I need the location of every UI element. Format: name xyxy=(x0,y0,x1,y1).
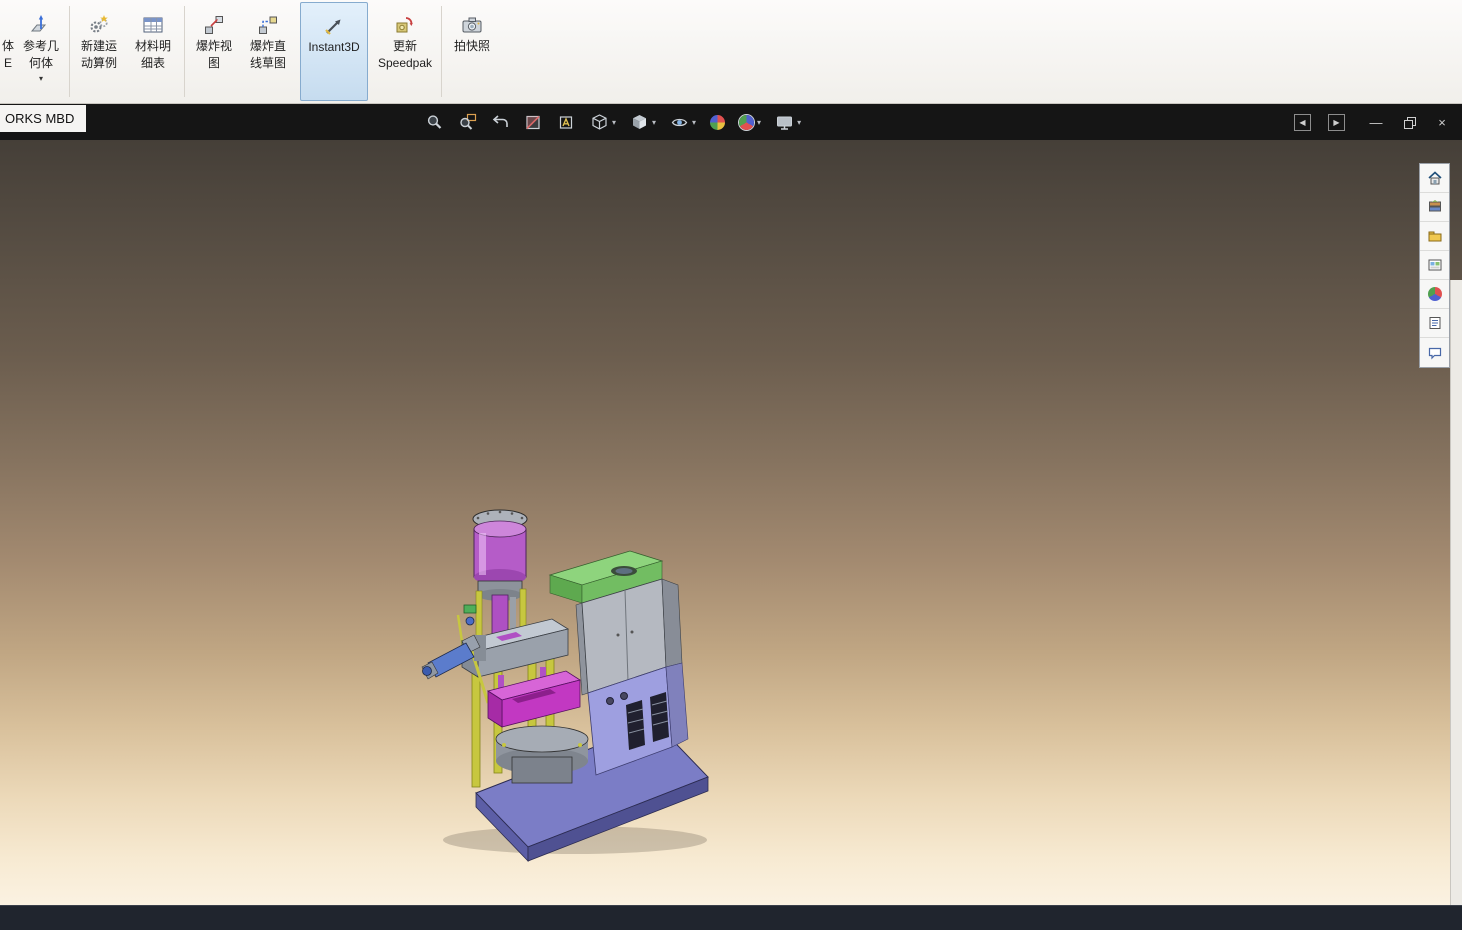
exploded-view-button[interactable]: 爆炸视 图 xyxy=(189,2,239,101)
view-palette-icon xyxy=(1427,257,1443,273)
dropdown-caret-icon[interactable]: ▾ xyxy=(692,118,696,127)
minimize-button[interactable]: — xyxy=(1362,110,1390,134)
ribbon-button-label: 拍快照 xyxy=(454,38,490,55)
ribbon-button-label: 更新 xyxy=(393,38,417,55)
ribbon-button-label: 新建运 xyxy=(81,38,117,55)
folder-icon xyxy=(1427,228,1443,244)
dropdown-caret-icon[interactable]: ▾ xyxy=(652,118,656,127)
ribbon-button-label: Speedpak xyxy=(378,55,432,72)
scene-ball-icon xyxy=(739,115,754,130)
instant3d-button[interactable]: Instant3D xyxy=(300,2,368,101)
window-edge-strip xyxy=(1450,280,1462,930)
ribbon-button-label: 爆炸视 xyxy=(196,38,232,55)
ribbon-button-label: 细表 xyxy=(141,55,165,72)
ribbon-button-label: Instant3D xyxy=(308,39,359,56)
dropdown-caret-icon[interactable]: ▾ xyxy=(612,118,616,127)
eye-visibility-icon xyxy=(670,113,689,132)
3d-assembly-model[interactable] xyxy=(400,495,720,865)
ribbon-button-label: 线草图 xyxy=(250,55,286,72)
apply-scene-button[interactable]: ▾ xyxy=(732,107,768,137)
task-pane-tabs xyxy=(1419,163,1450,368)
view-settings-button[interactable]: ▾ xyxy=(768,107,808,137)
ribbon-button-label: E xyxy=(4,55,12,72)
dropdown-caret-icon[interactable]: ▾ xyxy=(797,118,801,127)
collapse-pane-left-button[interactable]: ◀ xyxy=(1294,114,1311,131)
previous-view-icon xyxy=(491,113,510,132)
exploded-view-icon xyxy=(203,11,225,38)
reference-geometry-button[interactable]: 参考几 何体 ▾ xyxy=(17,2,65,101)
document-tab[interactable]: ORKS MBD xyxy=(0,105,86,132)
restore-button[interactable] xyxy=(1395,110,1423,134)
ribbon-separator xyxy=(69,6,70,97)
annotation-views-icon xyxy=(557,113,576,132)
solidworks-resources-tab[interactable] xyxy=(1420,164,1449,193)
zoom-to-area-button[interactable] xyxy=(451,107,484,137)
view-orientation-button[interactable]: ▾ xyxy=(583,107,623,137)
dropdown-caret-icon[interactable]: ▾ xyxy=(39,75,43,83)
appearances-ball-icon xyxy=(1428,287,1442,301)
annotation-views-button[interactable] xyxy=(550,107,583,137)
display-style-button[interactable]: ▾ xyxy=(623,107,663,137)
section-view-icon xyxy=(524,113,543,132)
custom-properties-tab[interactable] xyxy=(1420,309,1449,338)
file-explorer-tab[interactable] xyxy=(1420,222,1449,251)
appearance-ball-icon xyxy=(710,115,725,130)
appearances-scenes-tab[interactable] xyxy=(1420,280,1449,309)
view-orientation-cube-icon xyxy=(590,113,609,132)
heads-up-view-toolbar: ▾ ▾ ▾ ▾ xyxy=(418,104,808,140)
ribbon-button-label: 动算例 xyxy=(81,55,117,72)
comment-bubble-icon xyxy=(1427,345,1443,361)
zoom-to-fit-icon xyxy=(425,113,444,132)
expand-pane-right-button[interactable]: ▶ xyxy=(1328,114,1345,131)
reference-geometry-icon xyxy=(30,11,52,38)
bill-of-materials-button[interactable]: 材料明 细表 xyxy=(126,2,180,101)
ribbon-button-label: 图 xyxy=(208,55,220,72)
camera-snapshot-icon xyxy=(461,11,483,38)
home-icon xyxy=(1427,170,1443,186)
design-library-tab[interactable] xyxy=(1420,193,1449,222)
ribbon-button-label: 爆炸直 xyxy=(250,38,286,55)
ribbon-button-clipped[interactable]: 体 E xyxy=(0,2,16,101)
titlebar: ORKS MBD xyxy=(0,104,1462,140)
close-button[interactable]: × xyxy=(1428,110,1456,134)
ribbon-button-label: 参考几 xyxy=(23,38,59,55)
take-snapshot-button[interactable]: 拍快照 xyxy=(446,2,498,101)
restore-icon xyxy=(1404,117,1415,128)
ribbon-button-label: 材料明 xyxy=(135,38,171,55)
section-view-button[interactable] xyxy=(517,107,550,137)
ribbon-toolbar: 体 E 参考几 何体 ▾ xyxy=(0,0,1462,104)
explode-line-sketch-button[interactable]: 爆炸直 线草图 xyxy=(241,2,295,101)
new-motion-study-button[interactable]: 新建运 动算例 xyxy=(74,2,124,101)
edit-appearance-button[interactable] xyxy=(703,107,732,137)
3d-viewport[interactable] xyxy=(0,140,1462,905)
forum-tab[interactable] xyxy=(1420,338,1449,367)
monitor-icon xyxy=(775,113,794,132)
window-controls: ◀ ▶ — × xyxy=(1294,104,1456,140)
ribbon-button-label: 何体 xyxy=(29,55,53,72)
previous-view-button[interactable] xyxy=(484,107,517,137)
motion-study-icon xyxy=(88,11,110,38)
application-window: 体 E 参考几 何体 ▾ xyxy=(0,0,1462,930)
properties-document-icon xyxy=(1427,315,1443,331)
zoom-to-fit-button[interactable] xyxy=(418,107,451,137)
document-tab-label: ORKS MBD xyxy=(5,111,74,126)
dropdown-caret-icon[interactable]: ▾ xyxy=(757,118,761,127)
ribbon-button-label: 体 xyxy=(2,38,14,55)
view-palette-tab[interactable] xyxy=(1420,251,1449,280)
status-bar xyxy=(0,905,1462,930)
zoom-to-area-icon xyxy=(458,113,477,132)
update-speedpak-icon xyxy=(394,11,416,38)
instant3d-icon xyxy=(323,12,345,39)
design-library-icon xyxy=(1427,199,1443,215)
bom-table-icon xyxy=(142,11,164,38)
hide-show-items-button[interactable]: ▾ xyxy=(663,107,703,137)
explode-line-sketch-icon xyxy=(257,11,279,38)
update-speedpak-button[interactable]: 更新 Speedpak xyxy=(373,2,437,101)
ribbon-separator xyxy=(184,6,185,97)
ribbon-separator xyxy=(441,6,442,97)
display-style-icon xyxy=(630,113,649,132)
